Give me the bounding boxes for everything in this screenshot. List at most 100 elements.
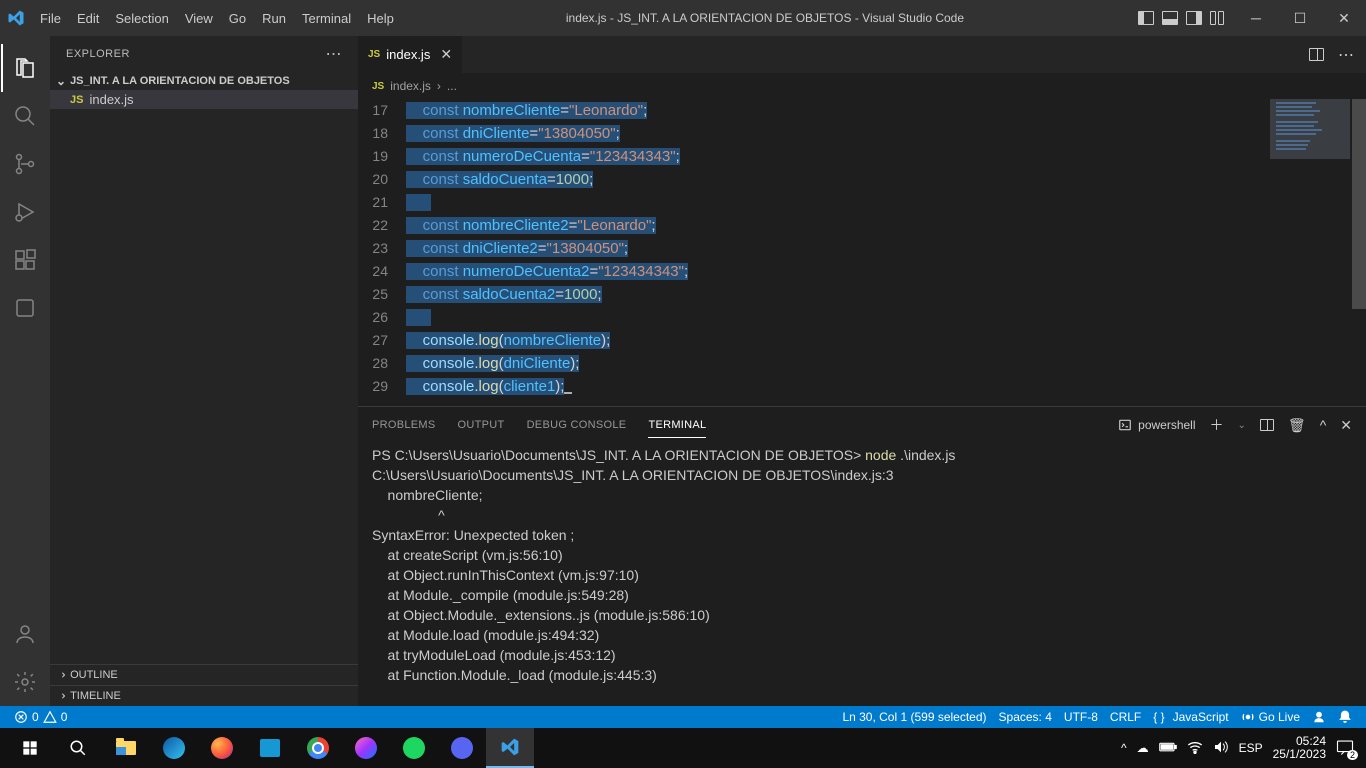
tray-battery-icon[interactable]: [1159, 741, 1177, 756]
status-language[interactable]: { }JavaScript: [1147, 710, 1234, 724]
menu-help[interactable]: Help: [359, 11, 402, 26]
split-editor-icon[interactable]: [1309, 48, 1324, 61]
js-file-icon: JS: [70, 94, 83, 106]
explorer-more-icon[interactable]: ⋯: [326, 44, 343, 64]
terminal-dropdown-icon[interactable]: ⌄: [1238, 420, 1246, 431]
title-bar: File Edit Selection View Go Run Terminal…: [0, 0, 1366, 36]
taskbar-store-icon[interactable]: [246, 728, 294, 768]
panel-tab-bar: PROBLEMS OUTPUT DEBUG CONSOLE TERMINAL p…: [358, 407, 1366, 443]
status-errors[interactable]: 0 0: [8, 710, 73, 724]
tray-onedrive-icon[interactable]: ☁: [1137, 741, 1149, 755]
terminal-shell-selector[interactable]: powershell: [1118, 418, 1195, 432]
layout-sidebar-left-icon[interactable]: [1138, 11, 1154, 25]
outline-section[interactable]: ⌄OUTLINE: [50, 664, 358, 685]
split-terminal-icon[interactable]: [1260, 419, 1274, 431]
tray-chevron-up-icon[interactable]: ^: [1121, 741, 1127, 755]
close-panel-icon[interactable]: ✕: [1340, 417, 1352, 434]
taskbar-file-explorer-icon[interactable]: [102, 728, 150, 768]
editor-tab-bar: JS index.js ✕ ⋯: [358, 36, 1366, 73]
panel-tab-problems[interactable]: PROBLEMS: [372, 413, 436, 437]
status-position[interactable]: Ln 30, Col 1 (599 selected): [836, 710, 992, 724]
status-eol[interactable]: CRLF: [1104, 710, 1147, 724]
taskbar-edge-icon[interactable]: [150, 728, 198, 768]
status-feedback-icon[interactable]: [1306, 710, 1332, 724]
code-editor[interactable]: 17 const nombreCliente="Leonardo"; 18 co…: [358, 99, 1366, 406]
vscode-logo-icon: [0, 9, 32, 27]
chevron-right-icon: ›: [437, 79, 441, 93]
activity-source-control-icon[interactable]: [1, 140, 49, 188]
terminal-content[interactable]: PS C:\Users\Usuario\Documents\JS_INT. A …: [358, 443, 1366, 706]
tray-clock[interactable]: 05:24 25/1/2023: [1273, 735, 1326, 761]
breadcrumb-file: index.js: [390, 79, 431, 93]
activity-explorer-icon[interactable]: [1, 44, 49, 92]
layout-sidebar-right-icon[interactable]: [1186, 11, 1202, 25]
main-area: EXPLORER ⋯ ⌄ JS_INT. A LA ORIENTACION DE…: [0, 36, 1366, 706]
menu-go[interactable]: Go: [221, 11, 254, 26]
window-controls: ─ ☐ ✕: [1234, 0, 1366, 36]
panel-tab-terminal[interactable]: TERMINAL: [648, 413, 706, 438]
panel-tab-debug-console[interactable]: DEBUG CONSOLE: [527, 413, 627, 437]
file-index-js[interactable]: JS index.js: [50, 90, 358, 109]
minimap[interactable]: [1270, 99, 1350, 406]
taskbar-vscode-icon[interactable]: [486, 728, 534, 768]
taskbar-search-icon[interactable]: [54, 728, 102, 768]
maximize-panel-icon[interactable]: ^: [1320, 417, 1327, 433]
minimize-button[interactable]: ─: [1234, 0, 1278, 36]
panel-tab-output[interactable]: OUTPUT: [458, 413, 505, 437]
file-label: index.js: [89, 92, 133, 107]
editor-vertical-scrollbar[interactable]: [1352, 99, 1366, 406]
js-file-icon: JS: [368, 49, 380, 60]
status-bar: 0 0 Ln 30, Col 1 (599 selected) Spaces: …: [0, 706, 1366, 728]
more-actions-icon[interactable]: ⋯: [1338, 45, 1354, 65]
timeline-section[interactable]: ⌄TIMELINE: [50, 685, 358, 706]
activity-accounts-icon[interactable]: [1, 610, 49, 658]
status-notifications-icon[interactable]: [1332, 710, 1358, 724]
activity-remote-icon[interactable]: [1, 284, 49, 332]
taskbar-firefox-icon[interactable]: [198, 728, 246, 768]
notification-badge: 2: [1347, 750, 1358, 760]
taskbar-messenger-icon[interactable]: [342, 728, 390, 768]
explorer-title: EXPLORER: [66, 48, 130, 60]
activity-search-icon[interactable]: [1, 92, 49, 140]
menu-terminal[interactable]: Terminal: [294, 11, 359, 26]
status-go-live[interactable]: Go Live: [1235, 710, 1306, 724]
menu-bar: File Edit Selection View Go Run Terminal…: [32, 11, 402, 26]
tray-volume-icon[interactable]: [1213, 740, 1229, 757]
menu-file[interactable]: File: [32, 11, 69, 26]
close-tab-icon[interactable]: ✕: [440, 46, 452, 63]
error-count: 0: [32, 710, 39, 724]
kill-terminal-icon[interactable]: 🗑: [1288, 417, 1306, 434]
tray-language[interactable]: ESP: [1239, 741, 1263, 755]
taskbar-start-icon[interactable]: [6, 728, 54, 768]
menu-edit[interactable]: Edit: [69, 11, 107, 26]
menu-view[interactable]: View: [177, 11, 221, 26]
warning-count: 0: [61, 710, 68, 724]
tray-notifications-icon[interactable]: 2: [1336, 739, 1354, 758]
chevron-right-icon: ⌄: [54, 691, 68, 701]
taskbar-spotify-icon[interactable]: [390, 728, 438, 768]
system-tray: ^ ☁ ESP 05:24 25/1/2023 2: [1121, 735, 1360, 761]
status-encoding[interactable]: UTF-8: [1058, 710, 1104, 724]
project-folder[interactable]: ⌄ JS_INT. A LA ORIENTACION DE OBJETOS: [50, 72, 358, 90]
js-file-icon: JS: [372, 81, 384, 92]
activity-settings-icon[interactable]: [1, 658, 49, 706]
timeline-label: TIMELINE: [70, 690, 121, 702]
taskbar-discord-icon[interactable]: [438, 728, 486, 768]
taskbar-chrome-icon[interactable]: [294, 728, 342, 768]
layout-customize-icon[interactable]: [1210, 11, 1224, 25]
close-button[interactable]: ✕: [1322, 0, 1366, 36]
chevron-down-icon: ⌄: [56, 74, 66, 88]
tray-wifi-icon[interactable]: [1187, 740, 1203, 757]
menu-run[interactable]: Run: [254, 11, 294, 26]
new-terminal-icon[interactable]: ＋: [1210, 415, 1224, 435]
activity-extensions-icon[interactable]: [1, 236, 49, 284]
maximize-button[interactable]: ☐: [1278, 0, 1322, 36]
tab-index-js[interactable]: JS index.js ✕: [358, 36, 463, 73]
explorer-header: EXPLORER ⋯: [50, 36, 358, 72]
breadcrumb[interactable]: JS index.js › ...: [358, 73, 1366, 99]
activity-run-debug-icon[interactable]: [1, 188, 49, 236]
status-spaces[interactable]: Spaces: 4: [993, 710, 1058, 724]
chevron-right-icon: ⌄: [54, 670, 68, 680]
layout-panel-bottom-icon[interactable]: [1162, 11, 1178, 25]
menu-selection[interactable]: Selection: [107, 11, 176, 26]
